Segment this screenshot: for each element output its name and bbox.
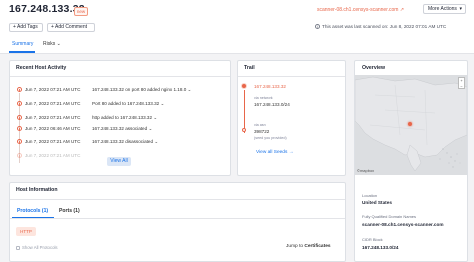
activity-description[interactable]: 167.248.133.32 on port 80 added nginx 1.… <box>92 87 191 93</box>
more-actions-button[interactable]: More Actions ▾ <box>423 4 466 14</box>
host-information-title: Host Information <box>16 187 58 193</box>
last-scanned-info: i This asset was last scanned on: Jun 8, … <box>315 24 447 30</box>
timeline-dot-icon <box>17 87 22 93</box>
activity-time: Jun 7, 2022 07:21 AM UTC <box>25 101 81 106</box>
host-information-card <box>9 182 346 262</box>
svg-text:©mapbox: ©mapbox <box>357 168 374 173</box>
trail-node-dot-icon <box>242 128 246 132</box>
trail-line <box>244 90 245 133</box>
activity-time: Jun 7, 2022 07:21 AM UTC <box>25 115 81 120</box>
chevron-down-icon: ⌄ <box>187 87 192 92</box>
activity-row: Jun 7, 2022 07:21 AM UTC <box>17 101 81 107</box>
trail-via-asn-label: via asn <box>254 123 266 127</box>
more-actions-label: More Actions <box>428 6 457 12</box>
timeline-dot-icon <box>17 139 22 145</box>
tab-protocols[interactable]: Protocols (1) <box>17 208 48 214</box>
activity-description[interactable]: 167.248.133.32 associated ⌄ <box>92 126 152 132</box>
chevron-down-icon: ▾ <box>459 6 462 12</box>
timeline-dot-icon <box>17 115 22 121</box>
tab-bar <box>0 36 474 54</box>
chevron-down-icon: ⌄ <box>148 126 153 131</box>
activity-time: Jun 7, 2022 07:21 AM UTC <box>25 139 81 144</box>
overview-title: Overview <box>362 65 386 71</box>
timeline-dot-icon <box>17 126 22 132</box>
activity-description[interactable]: Port 80 added to 167.248.133.32 ⌄ <box>92 101 164 107</box>
activity-desc-text: 167.248.133.32 disassociated <box>92 139 154 144</box>
activity-description[interactable]: 167.248.133.32 disassociated ⌄ <box>92 139 158 145</box>
zoom-out-button[interactable]: − <box>459 84 464 90</box>
http-protocol-chip[interactable]: HTTP <box>16 227 36 236</box>
fqdn-value: scanner-08.ch1.censys-scanner.com <box>362 222 444 227</box>
activity-desc-text: 167.248.133.32 associated <box>92 126 148 131</box>
tab-ports[interactable]: Ports (1) <box>59 208 80 214</box>
activity-desc-text: 167.248.133.32 on port 80 added nginx 1.… <box>92 87 187 92</box>
location-marker-icon <box>408 122 412 126</box>
new-badge: new <box>74 7 88 16</box>
divider <box>10 199 345 200</box>
activity-row: Jun 7, 2022 07:21 AM UTC <box>17 87 81 93</box>
timeline-dot-icon <box>17 101 22 107</box>
cidr-value: 167.248.133.0/24 <box>362 245 399 250</box>
trail-ip[interactable]: 167.248.133.32 <box>254 84 286 89</box>
scanner-link[interactable]: scanner-08.ch1.censys-scanner.com ↗ <box>317 7 404 13</box>
show-all-protocols-toggle[interactable]: Show All Protocols <box>16 245 58 250</box>
recent-activity-title: Recent Host Activity <box>16 65 67 71</box>
activity-row: Jun 7, 2022 07:21 AM UTC <box>17 139 81 145</box>
divider <box>238 76 345 77</box>
add-comment-button[interactable]: + Add Comment <box>47 23 95 32</box>
view-all-button[interactable]: View All <box>107 157 131 166</box>
activity-row: Jun 7, 2022 06:46 AM UTC <box>17 126 81 132</box>
tab-risks-label: Risks <box>43 41 56 47</box>
trail-card <box>237 60 346 176</box>
activity-row: Jun 7, 2022 07:21 AM UTC <box>17 153 81 159</box>
activity-description[interactable]: http added to 167.248.133.32 ⌄ <box>92 115 157 121</box>
add-tags-button[interactable]: + Add Tags <box>9 23 43 32</box>
activity-time: Jun 7, 2022 07:21 AM UTC <box>25 153 81 158</box>
show-all-label: Show All Protocols <box>22 245 58 250</box>
active-tab-indicator <box>9 51 35 53</box>
trail-asn[interactable]: 398722 <box>254 129 269 134</box>
jump-target: Certificates <box>304 244 331 249</box>
jump-prefix: Jump to <box>286 244 305 249</box>
location-value: United States <box>362 200 392 205</box>
activity-desc-text: Port 80 added to 167.248.133.32 <box>92 101 160 106</box>
chevron-down-icon: ⌄ <box>56 41 61 47</box>
location-label: Location <box>362 193 378 198</box>
activity-row: Jun 7, 2022 07:21 AM UTC <box>17 115 81 121</box>
trail-title: Trail <box>244 65 255 71</box>
map-zoom-controls[interactable]: + − <box>458 77 465 89</box>
chevron-down-icon: ⌄ <box>154 139 159 144</box>
fqdn-label: Fully Qualified Domain Names <box>362 214 417 219</box>
divider <box>10 76 230 77</box>
activity-time: Jun 7, 2022 07:21 AM UTC <box>25 87 81 92</box>
trail-network[interactable]: 167.248.133.0/24 <box>254 102 290 107</box>
last-scanned-text: This asset was last scanned on: Jun 8, 2… <box>322 24 447 29</box>
trail-seed-label: (seed you provided) <box>254 136 287 140</box>
info-icon: i <box>315 24 320 30</box>
tab-summary[interactable]: Summary <box>12 41 33 47</box>
checkbox[interactable] <box>16 245 20 250</box>
divider <box>10 218 345 219</box>
view-all-seeds-link[interactable]: View all Seeds → <box>256 150 294 155</box>
jump-to-link[interactable]: Jump to Certificates <box>286 244 331 249</box>
timeline-dot-icon <box>17 153 22 159</box>
activity-time: Jun 7, 2022 06:46 AM UTC <box>25 126 81 131</box>
tab-risks[interactable]: Risks ⌄ <box>43 41 61 47</box>
trail-origin-dot-icon <box>241 83 247 89</box>
trail-via-network-label: via network <box>254 96 273 100</box>
cidr-label: CIDR Block <box>362 237 383 242</box>
activity-desc-text: http added to 167.248.133.32 <box>92 115 153 120</box>
chevron-down-icon: ⌄ <box>160 101 165 106</box>
chevron-down-icon: ⌄ <box>153 115 158 120</box>
